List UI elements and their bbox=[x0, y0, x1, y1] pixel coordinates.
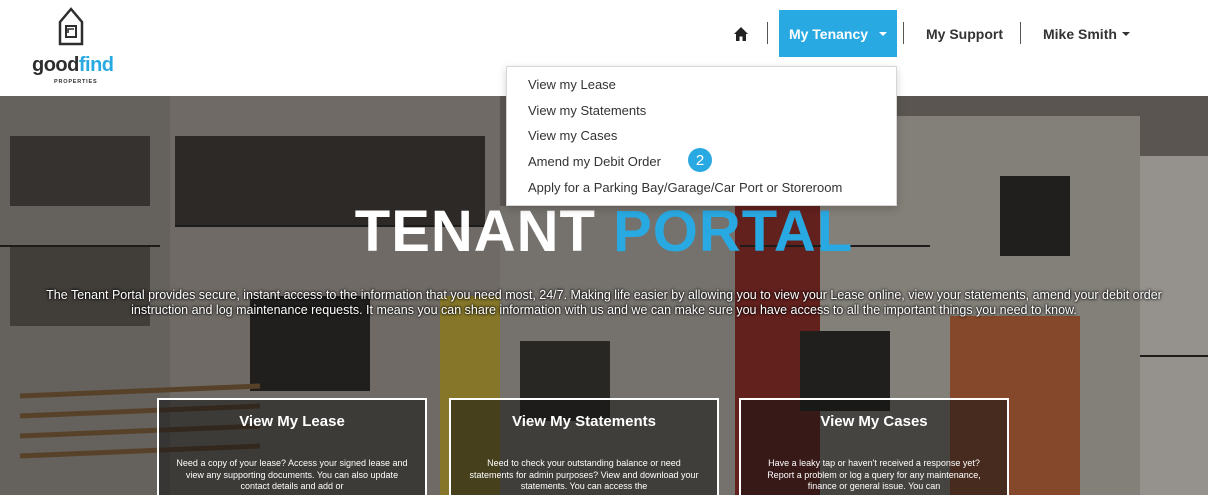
card-description: Need to check your outstanding balance o… bbox=[469, 458, 699, 491]
card-description: Need a copy of your lease? Access your s… bbox=[176, 458, 408, 491]
menu-item-view-statements[interactable]: View my Statements bbox=[528, 103, 646, 118]
nav-separator bbox=[903, 22, 904, 44]
my-tenancy-menu-button[interactable]: My Tenancy bbox=[779, 10, 897, 57]
view-my-cases-card[interactable]: View My Cases Have a leaky tap or haven'… bbox=[739, 398, 1009, 495]
goodfind-logo[interactable]: goodfind PROPERTIES bbox=[30, 6, 140, 90]
hero-title: TENANT PORTAL bbox=[354, 199, 854, 264]
menu-item-view-lease[interactable]: View my Lease bbox=[528, 77, 616, 92]
view-my-lease-card[interactable]: View My Lease Need a copy of your lease?… bbox=[157, 398, 427, 495]
menu-item-apply-parking[interactable]: Apply for a Parking Bay/Garage/Car Port … bbox=[528, 180, 842, 195]
nav-separator bbox=[767, 22, 768, 44]
card-title: View My Cases bbox=[820, 413, 928, 430]
chevron-down-icon bbox=[879, 31, 888, 36]
card-title: View My Statements bbox=[512, 413, 656, 430]
user-name: Mike Smith bbox=[1043, 25, 1117, 42]
house-logo-icon bbox=[58, 7, 84, 46]
menu-item-amend-debit-order[interactable]: Amend my Debit Order bbox=[528, 154, 661, 169]
card-title: View My Lease bbox=[239, 413, 345, 430]
brand-wordmark: goodfind bbox=[32, 54, 114, 76]
step-number-badge: 2 bbox=[688, 148, 712, 172]
my-tenancy-label: My Tenancy bbox=[788, 25, 869, 42]
menu-item-view-cases[interactable]: View my Cases bbox=[528, 128, 617, 143]
nav-separator bbox=[1020, 22, 1021, 44]
hero-intro-text: The Tenant Portal provides secure, insta… bbox=[46, 288, 1162, 317]
user-menu-button[interactable]: Mike Smith bbox=[1043, 10, 1130, 57]
home-icon[interactable] bbox=[733, 26, 749, 42]
view-my-statements-card[interactable]: View My Statements Need to check your ou… bbox=[449, 398, 719, 495]
my-support-link[interactable]: My Support bbox=[926, 10, 1003, 57]
brand-subtitle: PROPERTIES bbox=[54, 79, 98, 85]
chevron-down-icon bbox=[1121, 31, 1130, 36]
my-tenancy-dropdown: View my Lease View my Statements View my… bbox=[506, 66, 897, 206]
card-description: Have a leaky tap or haven't received a r… bbox=[767, 458, 981, 491]
